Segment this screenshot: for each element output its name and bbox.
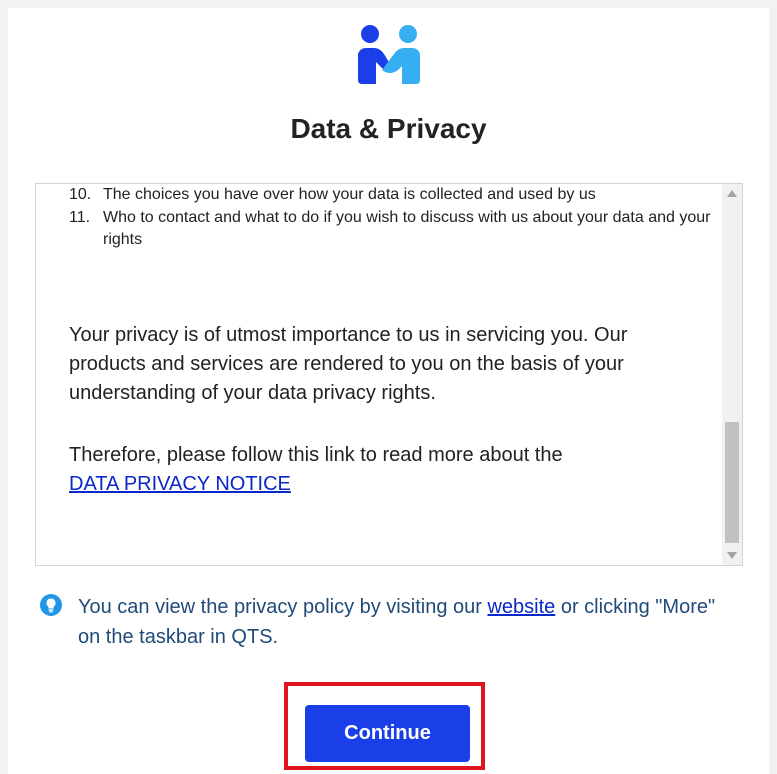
privacy-link-intro: Therefore, please follow this link to re… [69,444,563,466]
list-item-number: 10. [69,186,92,203]
scroll-up-arrow-icon[interactable] [727,190,737,197]
privacy-link-paragraph: Therefore, please follow this link to re… [69,441,709,499]
handshake-people-logo [358,25,420,84]
list-item-text: The choices you have over how your data … [103,186,596,203]
privacy-paragraph: Your privacy is of utmost importance to … [69,324,628,404]
list-item-number: 11. [69,209,91,226]
list-item-text: Who to contact and what to do if you wis… [103,209,711,248]
policy-list: 10. The choices you have over how your d… [69,184,713,251]
scrollbar-thumb[interactable] [725,422,739,543]
note-text-before: You can view the privacy policy by visit… [78,596,488,618]
list-item: 10. The choices you have over how your d… [69,184,713,206]
website-link[interactable]: website [487,596,555,618]
list-item: 11. Who to contact and what to do if you… [69,207,713,251]
lightbulb-info-icon [40,594,62,616]
continue-button[interactable]: Continue [305,705,470,762]
policy-content: 10. The choices you have over how your d… [36,184,720,565]
scroll-down-arrow-icon[interactable] [727,552,737,559]
vertical-scrollbar[interactable] [722,184,742,565]
privacy-note-text: You can view the privacy policy by visit… [78,592,718,652]
dialog-title: Data & Privacy [290,113,487,144]
policy-scroll-area[interactable]: 10. The choices you have over how your d… [35,183,743,566]
data-privacy-notice-link[interactable]: DATA PRIVACY NOTICE [69,473,291,495]
